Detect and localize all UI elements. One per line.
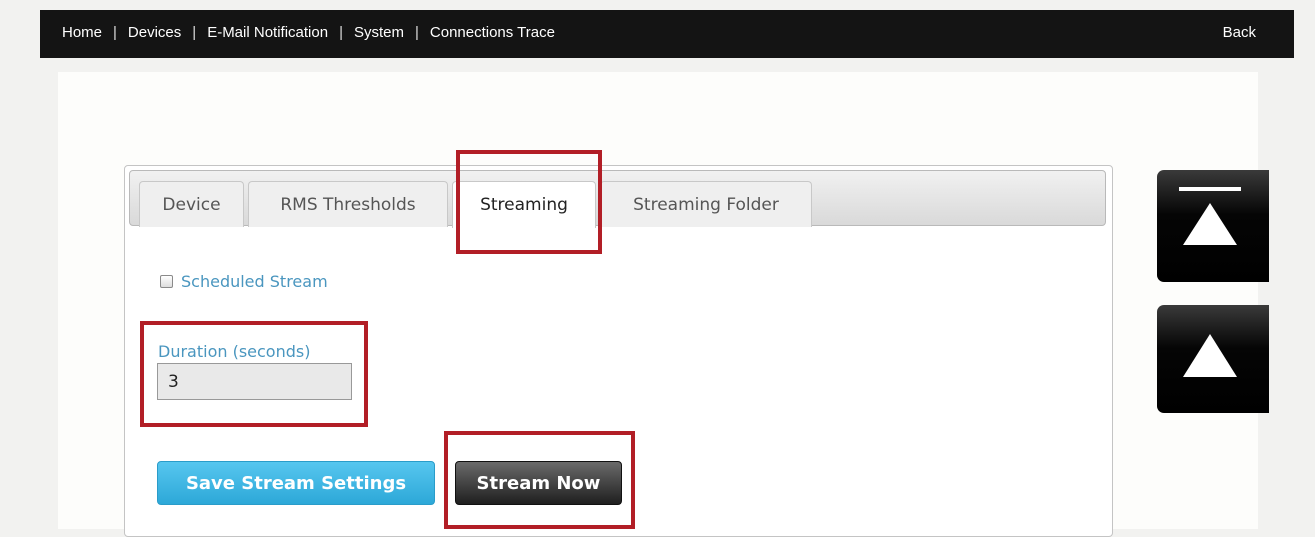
tab-bar: Device RMS Thresholds Streaming Streamin… <box>129 170 1106 228</box>
nav-devices-link[interactable]: Devices <box>128 24 181 41</box>
nav-home-link[interactable]: Home <box>62 24 102 41</box>
nav-email-notification-link[interactable]: E-Mail Notification <box>207 24 328 41</box>
nav-links: Home | Devices | E-Mail Notification | S… <box>62 24 555 41</box>
nav-system-link[interactable]: System <box>354 24 404 41</box>
tab-rms-thresholds[interactable]: RMS Thresholds <box>248 181 448 227</box>
duration-input[interactable] <box>157 363 352 400</box>
tab-streaming[interactable]: Streaming <box>452 181 596 228</box>
nav-separator: | <box>414 24 419 41</box>
nav-separator: | <box>192 24 197 41</box>
top-nav-bar: Home | Devices | E-Mail Notification | S… <box>40 10 1294 58</box>
scheduled-stream-label[interactable]: Scheduled Stream <box>181 272 328 291</box>
tab-device[interactable]: Device <box>139 181 244 227</box>
duration-label: Duration (seconds) <box>158 342 311 361</box>
tab-streaming-folder[interactable]: Streaming Folder <box>600 181 812 227</box>
scheduled-stream-checkbox[interactable] <box>160 275 173 288</box>
save-stream-settings-button[interactable]: Save Stream Settings <box>157 461 435 505</box>
nav-separator: | <box>339 24 343 41</box>
nav-separator: | <box>113 24 117 41</box>
scheduled-stream-row: Scheduled Stream <box>160 272 328 291</box>
stream-now-button[interactable]: Stream Now <box>455 461 622 505</box>
back-link[interactable]: Back <box>1223 24 1256 41</box>
nav-connections-trace-link[interactable]: Connections Trace <box>430 24 555 41</box>
scroll-to-top-icon <box>1179 187 1241 245</box>
scroll-to-top-button[interactable] <box>1157 170 1269 282</box>
scroll-up-button[interactable] <box>1157 305 1269 413</box>
scroll-up-icon <box>1183 334 1237 377</box>
